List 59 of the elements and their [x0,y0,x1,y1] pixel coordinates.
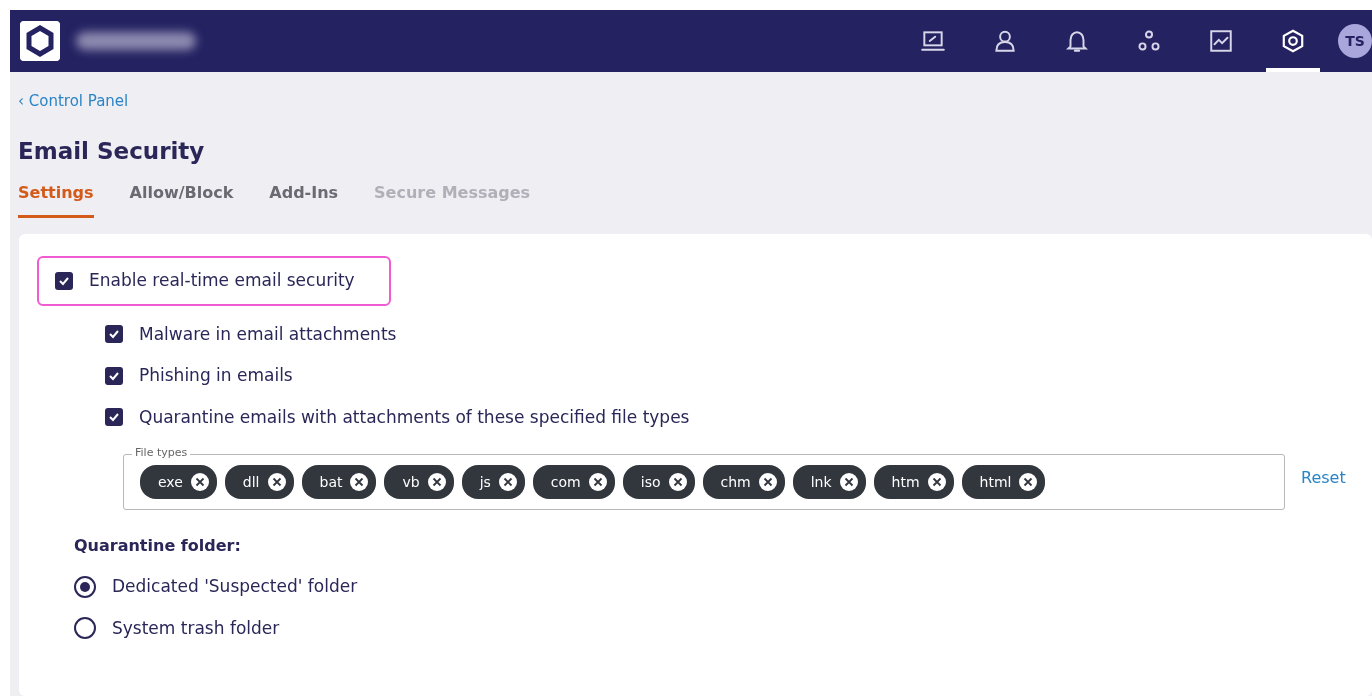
tag-text: dll [242,472,260,492]
remove-button[interactable] [498,473,517,492]
close-icon [843,477,854,488]
tag-text: bat [319,472,343,492]
radio-label: Dedicated 'Suspected' folder [112,575,358,599]
tab[interactable]: Settings [18,181,94,219]
close-icon [502,477,513,488]
remove-button[interactable] [190,473,209,492]
tag-text: js [479,472,491,492]
close-icon [592,477,603,488]
remove-button[interactable] [427,473,446,492]
checkbox[interactable] [105,408,123,427]
remove-button[interactable] [588,473,607,492]
tag-text: exe [158,472,183,492]
remove-button[interactable] [350,473,369,492]
remove-button[interactable] [758,473,777,492]
checkbox-label: Quarantine emails with attachments of these specified file types [139,405,690,429]
page-title: Email Security [18,137,206,166]
logo-icon [20,21,60,61]
tag-text: com [550,472,581,492]
tag-text: vb [402,472,420,492]
checkbox-label: Enable real-time email security [89,269,355,293]
tag-text: iso [640,472,661,492]
check-icon [108,328,120,341]
field-legend: File types [132,446,191,461]
close-icon [762,477,773,488]
tag-text: html [979,472,1012,492]
close-icon [271,477,282,488]
checkbox-label: Malware in email attachments [139,322,397,346]
tab[interactable]: Allow/Block [129,181,234,219]
remove-button[interactable] [267,473,286,492]
close-icon [672,477,683,488]
tag-text: lnk [810,472,832,492]
checkbox[interactable] [55,271,73,290]
check-icon [108,411,120,424]
radio-label: System trash folder [112,616,280,640]
remove-button[interactable] [668,473,687,492]
close-icon [354,477,365,488]
close-icon [194,477,205,488]
radio-button[interactable] [74,617,96,640]
remove-button[interactable] [927,473,946,492]
close-icon [931,477,942,488]
radio-button[interactable] [74,575,96,598]
checkbox[interactable] [105,325,123,344]
settings-icon [1280,27,1306,54]
reset-link[interactable]: Reset [1301,466,1346,491]
user-avatar[interactable]: TS [1338,24,1372,58]
checkbox-label: Phishing in emails [139,364,293,388]
tab[interactable]: Add-Ins [269,181,339,219]
tag-text: htm [891,472,920,492]
close-icon [1023,477,1034,488]
back-link[interactable]: ‹ Control Panel [18,92,129,110]
close-icon [431,477,442,488]
section-heading: Quarantine folder: [74,535,242,558]
remove-button[interactable] [1019,473,1038,492]
chart-icon [1208,27,1234,54]
remove-button[interactable] [839,473,858,492]
tag-text: chm [720,472,751,492]
checkbox[interactable] [105,366,123,385]
